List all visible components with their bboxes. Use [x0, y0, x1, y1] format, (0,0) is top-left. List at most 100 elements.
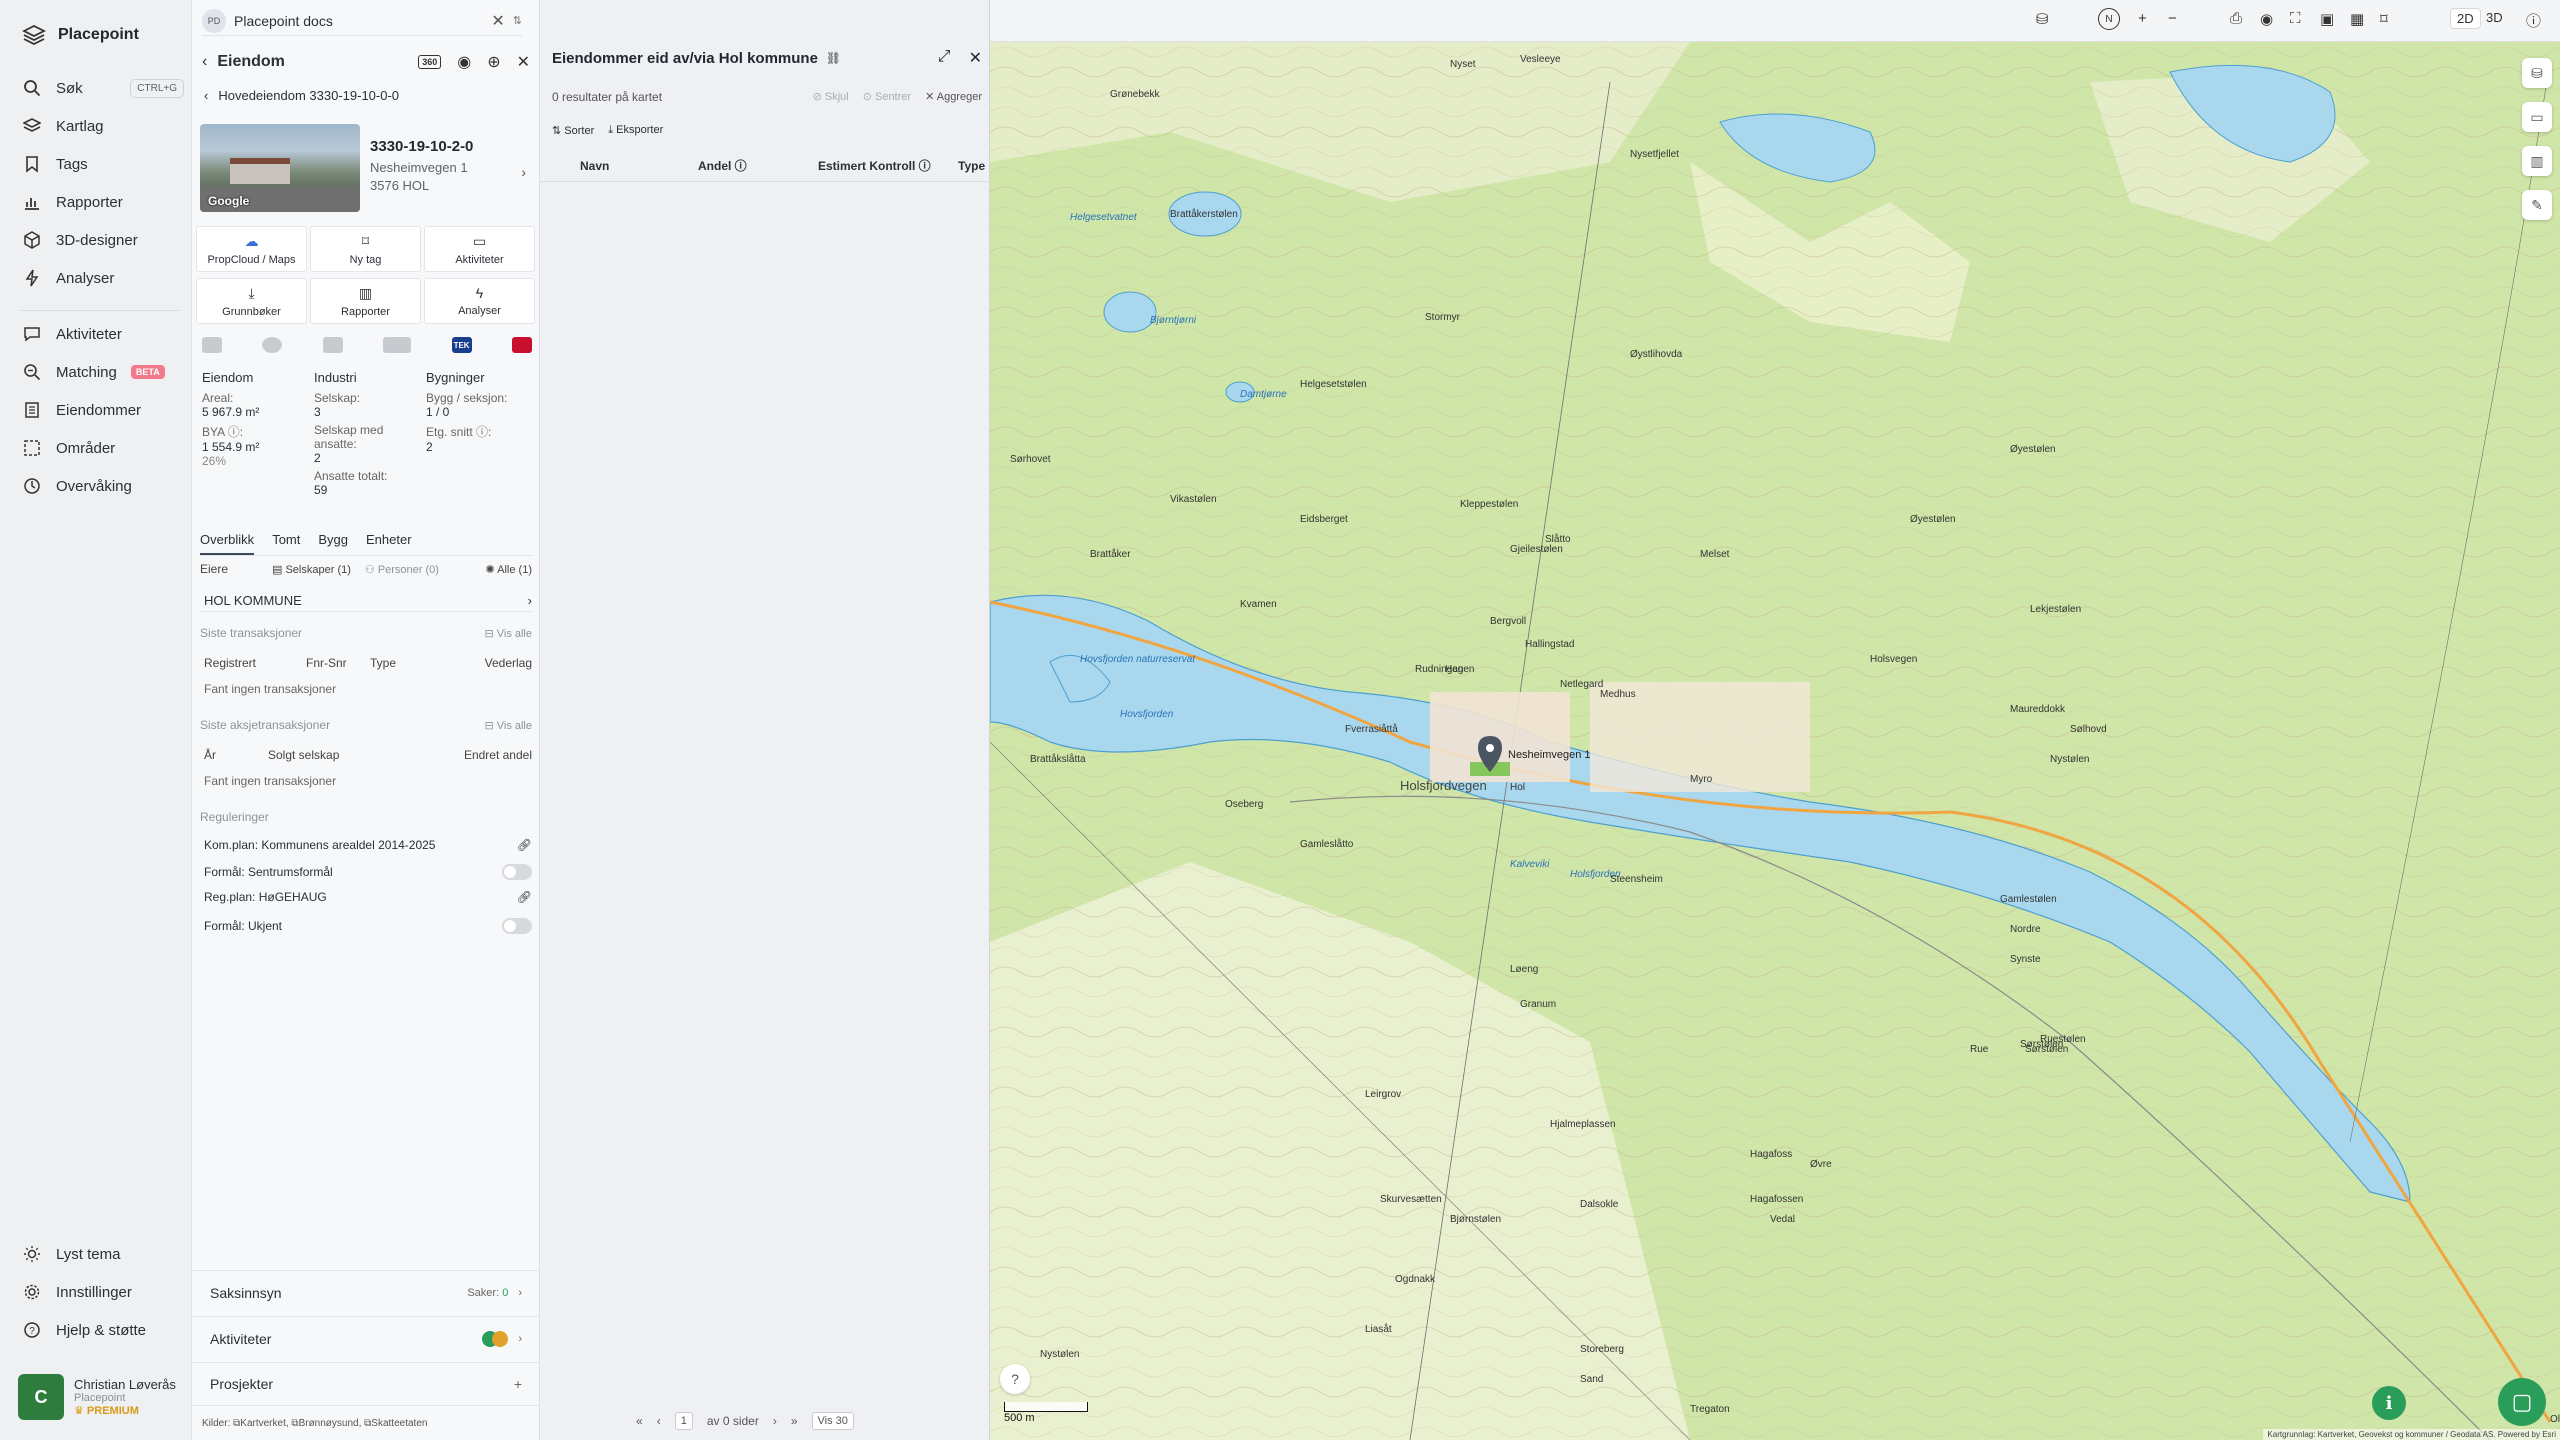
nav-item-tags[interactable]: Tags: [22, 148, 184, 180]
bookmark-icon[interactable]: ⌑: [2380, 10, 2388, 28]
export-button[interactable]: ⤓ Eksporter: [608, 124, 663, 137]
source-link[interactable]: ⧉Kartverket,: [233, 1418, 289, 1429]
map-info-button[interactable]: i: [2372, 1386, 2406, 1420]
map-help-button[interactable]: ?: [1000, 1364, 1030, 1394]
close-icon[interactable]: ✕: [517, 52, 530, 72]
column-navn[interactable]: Navn: [580, 159, 609, 173]
purpose-toggle[interactable]: [502, 864, 532, 880]
nav-item-omrader[interactable]: Områder: [22, 432, 184, 464]
plus-icon[interactable]: +: [514, 1376, 522, 1392]
zoom-out-icon[interactable]: −: [2168, 10, 2177, 27]
source-link[interactable]: ⧉Skatteetaten: [364, 1418, 427, 1429]
column-type[interactable]: Type: [958, 159, 985, 173]
prev-page-icon[interactable]: ‹: [657, 1414, 661, 1428]
map-view[interactable]: Vesleeye Nyset Nysetfjellet Grønebekk Brattå…: [990, 42, 2560, 1440]
map-chart-button[interactable]: ▥: [2522, 146, 2552, 176]
brand[interactable]: Placepoint: [22, 20, 139, 50]
activities-button[interactable]: ▭ Aktiviteter: [424, 226, 535, 272]
expand-icon[interactable]: ⤢: [938, 48, 951, 68]
compass-icon[interactable]: N: [2098, 8, 2120, 30]
camera-icon[interactable]: ▣: [2320, 10, 2334, 28]
nav-item-search[interactable]: Søk CTRL+G: [22, 72, 184, 104]
per-page-select[interactable]: Vis 30: [811, 1412, 854, 1430]
nav-item-3d-designer[interactable]: 3D-designer: [22, 224, 184, 256]
map-measure-button[interactable]: ▭: [2522, 102, 2552, 132]
layers-stack-icon[interactable]: ⛁: [2036, 10, 2049, 28]
grid-icon[interactable]: [202, 337, 222, 353]
fullscreen-icon[interactable]: ⛶: [2290, 10, 2301, 27]
grid-icon[interactable]: ▦: [2350, 10, 2364, 28]
center-button[interactable]: ⊙ Sentrer: [863, 90, 911, 104]
nav-item-eiendommer[interactable]: Eiendommer: [22, 394, 184, 426]
property-address[interactable]: 3330-19-10-2-0 Nesheimvegen 1 3576 HOL ›: [370, 138, 530, 193]
activities-section[interactable]: Aktiviteter ›: [192, 1316, 540, 1360]
hide-button[interactable]: ⊘ Skjul: [813, 90, 849, 104]
filter-companies[interactable]: ▤ Selskaper (1): [272, 563, 351, 576]
bars-icon[interactable]: [383, 337, 412, 353]
nav-item-overvaking[interactable]: Overvåking: [22, 470, 184, 502]
tab-enheter[interactable]: Enheter: [366, 532, 412, 555]
chat-support-button[interactable]: ▢: [2498, 1378, 2546, 1426]
tek-icon[interactable]: TEK: [451, 337, 472, 353]
filter-persons[interactable]: ⚇ Personer (0): [365, 563, 439, 576]
nav-item-matching[interactable]: Matching BETA: [22, 356, 184, 388]
purpose-toggle[interactable]: [502, 918, 532, 934]
tab-bygg[interactable]: Bygg: [318, 532, 348, 555]
column-estimert-kontroll[interactable]: Estimert Kontroll ⓘ: [818, 157, 931, 174]
breadcrumb[interactable]: ‹ Hovedeiendom 3330-19-10-0-0: [204, 88, 399, 103]
print-icon[interactable]: ⎙: [2230, 10, 2242, 27]
user-profile[interactable]: C Christian Løverås Placepoint ♛ PREMIUM: [18, 1372, 188, 1422]
nav-item-rapporter[interactable]: Rapporter: [22, 186, 184, 218]
factory-icon[interactable]: [322, 337, 343, 353]
chevron-updown-icon[interactable]: ⇅: [513, 14, 522, 27]
eye-icon[interactable]: ◉: [2260, 10, 2273, 28]
nav-item-innstillinger[interactable]: Innstillinger: [22, 1276, 184, 1308]
analyses-button[interactable]: ϟ Analyser: [424, 278, 535, 324]
saksinnsyn-section[interactable]: Saksinnsyn Saker: 0 ›: [192, 1270, 540, 1314]
link-icon[interactable]: 🔗︎: [517, 890, 532, 904]
land-registry-button[interactable]: ⤓ Grunnbøker: [196, 278, 307, 324]
nav-item-hjelp[interactable]: ? Hjelp & støtte: [22, 1314, 184, 1346]
next-page-icon[interactable]: ›: [773, 1414, 777, 1428]
aggregate-button[interactable]: ✕ Aggreger: [925, 90, 982, 104]
source-link[interactable]: ⧉Brønnøysund,: [291, 1418, 361, 1429]
street-view-thumbnail[interactable]: Google: [200, 124, 360, 212]
nav-item-kartlag[interactable]: Kartlag: [22, 110, 184, 142]
nav-item-lyst-tema[interactable]: Lyst tema: [22, 1238, 184, 1270]
page-input[interactable]: 1: [674, 1412, 693, 1430]
close-icon[interactable]: ✕: [969, 48, 982, 68]
reports-button[interactable]: ▥ Rapporter: [310, 278, 421, 324]
link-icon[interactable]: 🔗︎: [517, 838, 532, 852]
filter-all[interactable]: ✺ Alle (1): [485, 563, 532, 576]
mode-3d-button[interactable]: 3D: [2486, 10, 2503, 25]
propcloud-button[interactable]: ☁ PropCloud / Maps: [196, 226, 307, 272]
map-draw-button[interactable]: ✎: [2522, 190, 2552, 220]
eye-icon[interactable]: ◉: [457, 52, 471, 72]
topographic-map[interactable]: Vesleeye Nyset Nysetfjellet Grønebekk Brattå…: [990, 42, 2560, 1440]
link-icon[interactable]: ⛓: [826, 51, 841, 65]
close-icon[interactable]: ✕: [491, 11, 504, 31]
nav-item-aktiviteter[interactable]: Aktiviteter: [22, 318, 184, 350]
zoom-in-icon[interactable]: +: [2138, 10, 2147, 27]
target-icon[interactable]: ⊕: [487, 52, 500, 72]
360-view-button[interactable]: 360: [418, 55, 442, 69]
see-all-transactions[interactable]: ⊟ Vis alle: [484, 627, 532, 640]
back-icon[interactable]: ‹: [202, 53, 207, 71]
projects-section[interactable]: Prosjekter +: [192, 1362, 540, 1406]
column-andel[interactable]: Andel ⓘ: [698, 157, 747, 174]
info-icon[interactable]: ⓘ: [2526, 10, 2541, 31]
house-icon[interactable]: [511, 337, 532, 353]
nav-item-analyser[interactable]: Analyser: [22, 262, 184, 294]
docs-tab[interactable]: PD Placepoint docs ✕ ⇅: [202, 6, 522, 36]
sort-button[interactable]: ⇅ Sorter: [552, 124, 594, 137]
mode-2d-button[interactable]: 2D: [2450, 8, 2481, 29]
globe-icon[interactable]: [262, 337, 283, 353]
new-tag-button[interactable]: ⌑ Ny tag: [310, 226, 421, 272]
last-page-icon[interactable]: »: [791, 1414, 798, 1428]
tab-overblikk[interactable]: Overblikk: [200, 532, 255, 555]
first-page-icon[interactable]: «: [636, 1414, 643, 1428]
see-all-share-transactions[interactable]: ⊟ Vis alle: [484, 719, 532, 732]
tab-tomt[interactable]: Tomt: [272, 532, 300, 555]
owner-row[interactable]: HOL KOMMUNE ›: [200, 590, 532, 612]
map-layers-button[interactable]: ⛁: [2522, 58, 2552, 88]
